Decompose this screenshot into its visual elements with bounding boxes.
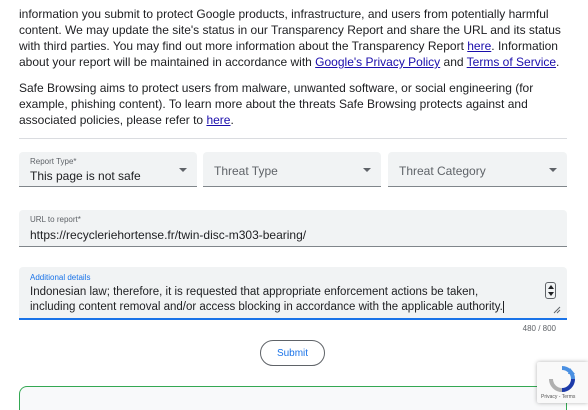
details-label: Additional details — [30, 273, 91, 282]
privacy-policy-link[interactable]: Google's Privacy Policy — [315, 55, 440, 69]
submit-button[interactable]: Submit — [260, 340, 325, 366]
character-counter: 480 / 800 — [522, 324, 556, 333]
threats-policy-link[interactable]: here — [206, 113, 230, 127]
dropdown-arrow-icon — [179, 168, 187, 172]
threat-category-placeholder: Threat Category — [399, 164, 486, 178]
additional-details-textarea[interactable]: Additional details Indonesian law; there… — [19, 267, 567, 320]
safe-browsing-text: Safe Browsing aims to protect users from… — [19, 81, 534, 127]
url-label: URL to report* — [30, 215, 81, 224]
details-text-wrapper: Indonesian law; therefore, it is request… — [30, 285, 510, 315]
report-type-label: Report Type* — [30, 157, 77, 166]
text-cursor — [502, 300, 504, 313]
dropdown-arrow-icon — [363, 168, 371, 172]
resize-handle-icon[interactable] — [553, 306, 561, 314]
intro-text: and — [440, 55, 467, 69]
report-type-value: This page is not safe — [30, 169, 141, 183]
scroll-arrows-icon[interactable] — [545, 282, 556, 299]
intro-paragraph: information you submit to protect Google… — [19, 6, 567, 70]
intro-text: . — [556, 55, 560, 69]
terms-of-service-link[interactable]: Terms of Service — [467, 55, 556, 69]
threat-type-placeholder: Threat Type — [214, 164, 278, 178]
recaptcha-badge[interactable]: Privacy - Terms — [537, 362, 588, 403]
divider — [19, 138, 567, 139]
details-value: Indonesian law; therefore, it is request… — [30, 286, 503, 313]
threat-type-select[interactable]: Threat Type — [203, 152, 381, 187]
url-input[interactable]: URL to report* https://recycleriehortens… — [19, 210, 567, 247]
recaptcha-privacy-terms-link[interactable]: Privacy - Terms — [541, 394, 575, 400]
report-type-select[interactable]: Report Type* This page is not safe — [19, 152, 197, 187]
recaptcha-icon — [549, 366, 575, 392]
url-value: https://recycleriehortense.fr/twin-disc-… — [30, 228, 307, 242]
dropdown-arrow-icon — [549, 168, 557, 172]
status-card — [19, 386, 567, 410]
safe-browsing-paragraph: Safe Browsing aims to protect users from… — [19, 80, 567, 128]
safe-browsing-text: . — [230, 113, 234, 127]
transparency-report-link[interactable]: here — [467, 39, 491, 53]
threat-category-select[interactable]: Threat Category — [388, 152, 567, 187]
